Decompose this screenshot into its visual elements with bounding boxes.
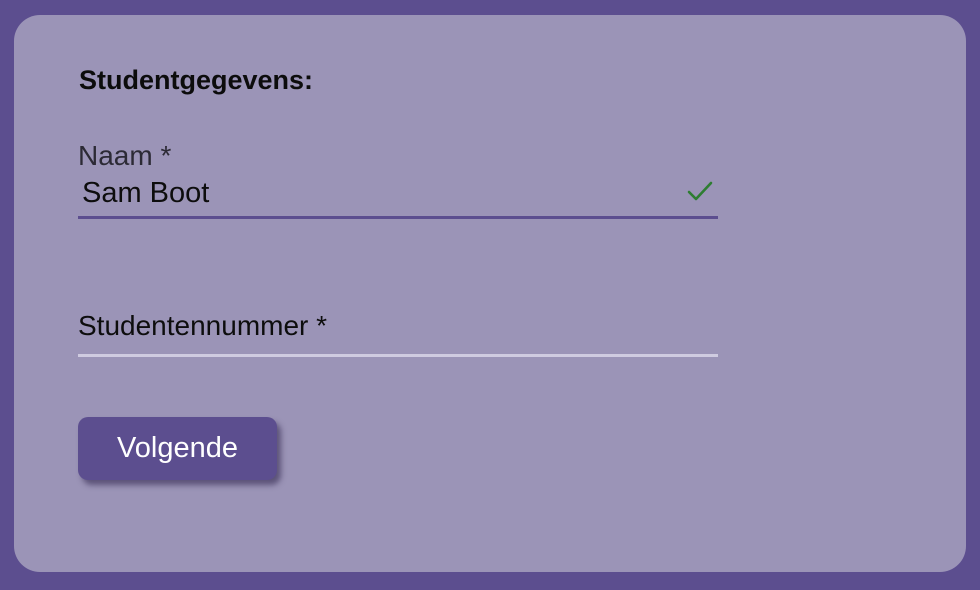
student-number-placeholder: Studentennummer * — [78, 310, 328, 341]
next-button[interactable]: Volgende — [78, 417, 277, 480]
name-field-underline — [78, 216, 718, 219]
check-icon — [687, 181, 713, 201]
form-heading: Studentgegevens: — [79, 65, 314, 95]
name-field[interactable]: Naam * Sam Boot — [78, 140, 718, 220]
name-input-value[interactable]: Sam Boot — [82, 177, 209, 210]
student-number-field[interactable]: Studentennummer * — [78, 310, 718, 380]
student-number-underline — [78, 354, 718, 357]
name-field-label: Naam * — [78, 140, 172, 171]
student-form-card: Studentgegevens: Naam * Sam Boot Student… — [14, 15, 966, 572]
